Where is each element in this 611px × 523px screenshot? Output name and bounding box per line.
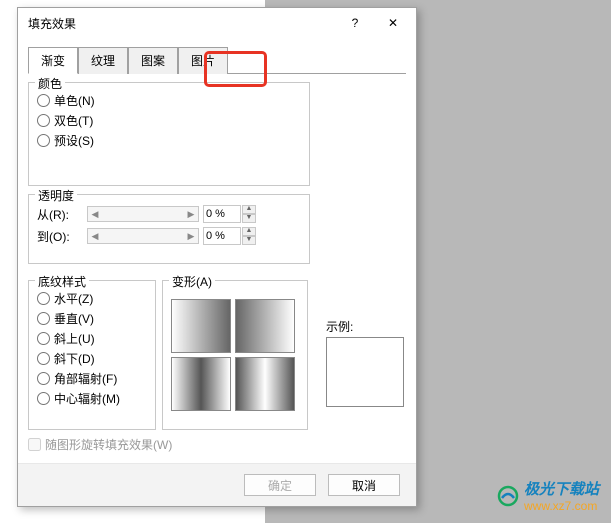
spinner-buttons: ▲ ▼ — [242, 227, 256, 245]
spin-down-icon[interactable]: ▼ — [242, 236, 256, 245]
spin-down-icon[interactable]: ▼ — [242, 214, 256, 223]
watermark: 极光下载站 www.xz7.com — [496, 478, 599, 513]
color-fieldset: 颜色 单色(N) 双色(T) 预设(S) — [28, 82, 310, 186]
variant-option-1[interactable] — [171, 299, 231, 353]
sample-area: 示例: — [326, 318, 416, 407]
watermark-text: 极光下载站 www.xz7.com — [524, 478, 599, 513]
spin-up-icon[interactable]: ▲ — [242, 227, 256, 236]
button-label: 确定 — [268, 477, 292, 494]
arrow-left-icon[interactable]: ◀ — [88, 229, 102, 243]
to-label: 到(O): — [37, 228, 83, 245]
dialog-button-bar: 确定 取消 — [18, 463, 416, 506]
radio-vertical[interactable]: 垂直(V) — [37, 310, 147, 327]
radio-horizontal[interactable]: 水平(Z) — [37, 290, 147, 307]
transparency-fieldset: 透明度 从(R): ◀ ▶ ▲ ▼ 到(O): ◀ — [28, 194, 310, 264]
checkbox-label: 随图形旋转填充效果(W) — [45, 436, 172, 453]
arrow-right-icon[interactable]: ▶ — [184, 229, 198, 243]
tab-label: 渐变 — [41, 54, 65, 68]
radio-label: 单色(N) — [54, 92, 95, 109]
from-value-input[interactable] — [203, 205, 241, 223]
tab-label: 图案 — [141, 54, 165, 68]
button-label: 取消 — [352, 477, 376, 494]
radio-input[interactable] — [37, 134, 50, 147]
radio-diagonal-down[interactable]: 斜下(D) — [37, 350, 147, 367]
arrow-left-icon[interactable]: ◀ — [88, 207, 102, 221]
radio-from-corner[interactable]: 角部辐射(F) — [37, 370, 147, 387]
tab-label: 纹理 — [91, 54, 115, 68]
variant-option-4[interactable] — [235, 357, 295, 411]
logo-icon — [496, 484, 520, 508]
radio-input[interactable] — [37, 94, 50, 107]
titlebar: 填充效果 ? ✕ — [18, 8, 416, 38]
tab-label: 图片 — [191, 54, 215, 68]
radio-label: 双色(T) — [54, 112, 93, 129]
variant-option-3[interactable] — [171, 357, 231, 411]
radio-preset[interactable]: 预设(S) — [37, 132, 301, 149]
style-legend: 底纹样式 — [35, 273, 89, 290]
from-slider[interactable]: ◀ ▶ — [87, 206, 199, 222]
color-legend: 颜色 — [35, 75, 65, 92]
variant-fieldset: 变形(A) — [162, 280, 308, 430]
ok-button[interactable]: 确定 — [244, 474, 316, 496]
help-icon: ? — [352, 16, 359, 30]
variant-option-2[interactable] — [235, 299, 295, 353]
tab-strip: 渐变 纹理 图案 图片 — [28, 46, 406, 74]
tab-texture[interactable]: 纹理 — [78, 47, 128, 74]
radio-input[interactable] — [37, 312, 50, 325]
spin-up-icon[interactable]: ▲ — [242, 205, 256, 214]
tab-picture[interactable]: 图片 — [178, 47, 228, 74]
radio-label: 水平(Z) — [54, 290, 93, 307]
close-icon: ✕ — [388, 16, 398, 30]
close-button[interactable]: ✕ — [374, 9, 412, 37]
radio-label: 中心辐射(M) — [54, 390, 120, 407]
radio-input[interactable] — [37, 114, 50, 127]
from-label: 从(R): — [37, 206, 83, 223]
radio-input[interactable] — [37, 352, 50, 365]
radio-label: 角部辐射(F) — [54, 370, 117, 387]
to-spinner[interactable]: ▲ ▼ — [203, 227, 256, 245]
radio-input[interactable] — [37, 292, 50, 305]
radio-diagonal-up[interactable]: 斜上(U) — [37, 330, 147, 347]
help-button[interactable]: ? — [336, 9, 374, 37]
sample-preview — [326, 337, 404, 407]
radio-label: 垂直(V) — [54, 310, 94, 327]
fill-effect-dialog: 填充效果 ? ✕ 渐变 纹理 图案 图片 颜色 单色(N) 双色(T) 预设(S… — [17, 7, 417, 507]
arrow-right-icon[interactable]: ▶ — [184, 207, 198, 221]
shading-style-fieldset: 底纹样式 水平(Z) 垂直(V) 斜上(U) 斜下(D) 角部辐射(F) 中心辐… — [28, 280, 156, 430]
from-spinner[interactable]: ▲ ▼ — [203, 205, 256, 223]
transparency-legend: 透明度 — [35, 187, 77, 204]
radio-input[interactable] — [37, 392, 50, 405]
radio-label: 预设(S) — [54, 132, 94, 149]
cancel-button[interactable]: 取消 — [328, 474, 400, 496]
watermark-name: 极光下载站 — [524, 478, 599, 499]
radio-input[interactable] — [37, 332, 50, 345]
checkbox-input[interactable] — [28, 438, 41, 451]
radio-double-color[interactable]: 双色(T) — [37, 112, 301, 129]
watermark-url: www.xz7.com — [524, 499, 599, 513]
rotate-with-shape-checkbox[interactable]: 随图形旋转填充效果(W) — [28, 436, 406, 453]
transparency-to-row: 到(O): ◀ ▶ ▲ ▼ — [37, 227, 301, 245]
radio-label: 斜下(D) — [54, 350, 95, 367]
dialog-title: 填充效果 — [28, 15, 336, 32]
tab-pattern[interactable]: 图案 — [128, 47, 178, 74]
variant-legend: 变形(A) — [169, 273, 215, 290]
spinner-buttons: ▲ ▼ — [242, 205, 256, 223]
transparency-from-row: 从(R): ◀ ▶ ▲ ▼ — [37, 205, 301, 223]
radio-single-color[interactable]: 单色(N) — [37, 92, 301, 109]
tab-gradient[interactable]: 渐变 — [28, 47, 78, 74]
to-value-input[interactable] — [203, 227, 241, 245]
sample-label: 示例: — [326, 318, 416, 335]
radio-input[interactable] — [37, 372, 50, 385]
radio-label: 斜上(U) — [54, 330, 95, 347]
to-slider[interactable]: ◀ ▶ — [87, 228, 199, 244]
variant-grid — [171, 299, 299, 411]
radio-from-center[interactable]: 中心辐射(M) — [37, 390, 147, 407]
